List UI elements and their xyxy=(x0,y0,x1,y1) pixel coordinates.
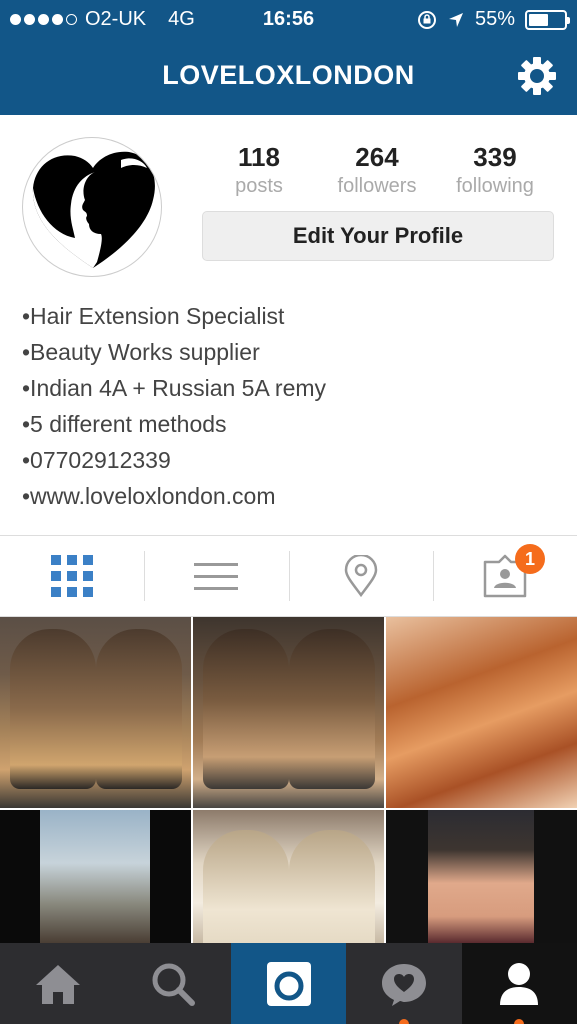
posts-label: posts xyxy=(235,175,283,197)
battery-icon xyxy=(525,9,570,30)
grid-icon xyxy=(51,555,94,597)
posts-count: 118 xyxy=(238,142,280,172)
list-icon xyxy=(194,554,239,599)
bottom-tab-bar xyxy=(0,943,577,1024)
photo-thumbnail[interactable] xyxy=(386,810,577,943)
bio-line: •Indian 4A + Russian 5A remy xyxy=(22,375,327,401)
tab-camera[interactable] xyxy=(230,943,347,1024)
avatar[interactable] xyxy=(22,137,162,277)
tab-profile[interactable] xyxy=(461,943,577,1024)
header: O2-UK 4G 16:56 55% LOVELOXLONDON xyxy=(0,0,577,115)
profile-stats: 118 posts 264 followers 339 following xyxy=(200,142,555,198)
bio-line: •Beauty Works supplier xyxy=(22,339,260,365)
tab-tagged-photos[interactable]: 1 xyxy=(432,536,577,616)
profile-view-tabs: 1 xyxy=(0,535,577,617)
following-stat[interactable]: 339 following xyxy=(436,142,554,198)
followers-stat[interactable]: 264 followers xyxy=(318,142,436,198)
photo-thumbnail[interactable] xyxy=(386,617,577,808)
tab-list-view[interactable] xyxy=(144,536,288,616)
photo-thumbnail[interactable] xyxy=(193,810,384,943)
photo-thumbnail[interactable] xyxy=(193,617,384,808)
home-icon xyxy=(35,964,80,1004)
followers-count: 264 xyxy=(355,142,399,172)
battery-percent: 55% xyxy=(474,8,515,30)
bio-website-link[interactable]: •www.loveloxlondon.com xyxy=(22,478,326,514)
bio-line: •07702912339 xyxy=(22,447,171,473)
tab-home[interactable] xyxy=(0,943,115,1024)
activity-heart-icon xyxy=(381,963,426,1006)
following-count: 339 xyxy=(473,142,517,172)
followers-label: followers xyxy=(337,175,417,197)
tab-photo-map[interactable] xyxy=(288,536,433,616)
avatar-logo-image xyxy=(32,151,155,268)
photo-grid xyxy=(0,617,577,943)
profile-username-title: LOVELOXLONDON xyxy=(162,60,415,90)
profile-section: 118 posts 264 followers 339 following Ed… xyxy=(0,115,577,535)
bio-line: •5 different methods xyxy=(22,411,227,437)
profile-icon xyxy=(500,962,539,1005)
edit-profile-button[interactable]: Edit Your Profile xyxy=(202,211,554,261)
photo-thumbnail[interactable] xyxy=(0,617,191,808)
orientation-lock-icon xyxy=(417,10,436,29)
map-pin-icon xyxy=(344,555,377,597)
search-icon xyxy=(152,963,196,1006)
battery-fill xyxy=(529,13,548,26)
following-label: following xyxy=(456,175,534,197)
activity-notification-dot xyxy=(398,1019,409,1024)
posts-stat[interactable]: 118 posts xyxy=(200,142,318,198)
tab-grid-view[interactable] xyxy=(0,536,144,616)
profile-notification-dot xyxy=(514,1019,525,1024)
bio-line: •Hair Extension Specialist xyxy=(22,303,285,329)
tagged-notification-badge: 1 xyxy=(515,544,545,574)
status-bar: O2-UK 4G 16:56 55% xyxy=(0,0,577,38)
tab-activity[interactable] xyxy=(346,943,461,1024)
bio: •Hair Extension Specialist •Beauty Works… xyxy=(22,298,326,514)
photo-thumbnail[interactable] xyxy=(0,810,191,943)
gear-icon[interactable] xyxy=(517,56,557,96)
location-arrow-icon xyxy=(448,12,463,27)
camera-icon xyxy=(266,961,311,1006)
tab-search[interactable] xyxy=(115,943,230,1024)
